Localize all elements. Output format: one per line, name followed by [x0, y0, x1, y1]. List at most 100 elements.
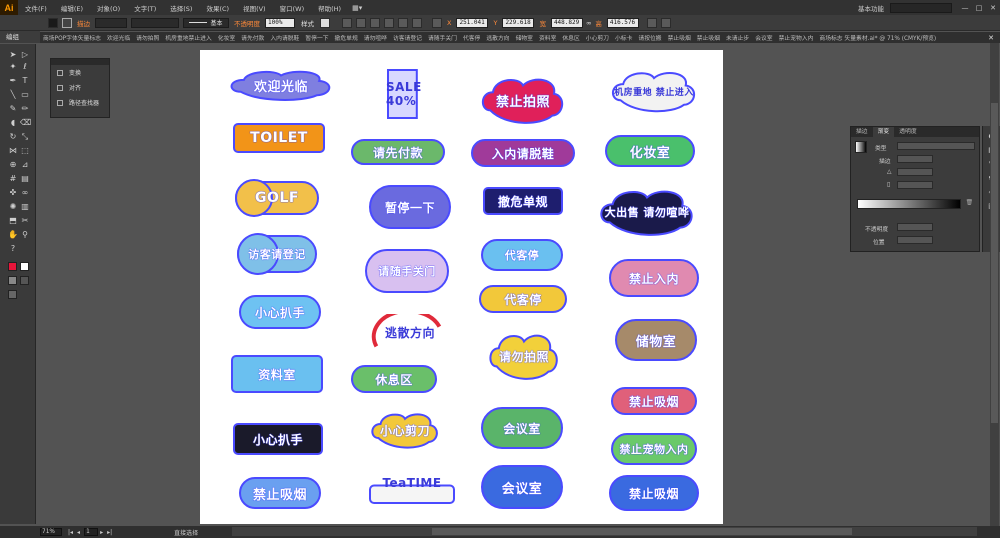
- sign-sticker[interactable]: 禁止吸烟: [610, 386, 698, 416]
- document-tab[interactable]: 请勿拍照: [133, 33, 162, 42]
- document-tab[interactable]: 休息区: [559, 33, 582, 42]
- sign-sticker[interactable]: 禁止吸烟: [238, 476, 322, 510]
- zoom-tool-icon[interactable]: ⚲: [20, 230, 30, 240]
- mesh-tool-icon[interactable]: #: [8, 174, 18, 184]
- close-document-icon[interactable]: ✕: [988, 34, 994, 42]
- sign-sticker[interactable]: 休息区: [350, 364, 438, 394]
- width-field[interactable]: 448.829: [550, 17, 583, 28]
- minimize-button[interactable]: —: [958, 4, 972, 12]
- pen-tool-icon[interactable]: ✒: [8, 76, 18, 86]
- help-icon[interactable]: ?: [8, 244, 18, 254]
- stroke-preset-select[interactable]: 基本: [183, 17, 229, 28]
- vertical-scrollbar[interactable]: [990, 43, 999, 526]
- menu-view[interactable]: 视图(V): [236, 3, 273, 13]
- sign-sticker[interactable]: 小心剪刀: [370, 410, 440, 450]
- sign-sticker[interactable]: TeaTIME: [366, 458, 458, 508]
- document-tab[interactable]: 入内请脱鞋: [267, 33, 302, 42]
- document-tab[interactable]: 禁止宠物入内: [776, 33, 817, 42]
- menu-select[interactable]: 选择(S): [163, 3, 199, 13]
- document-tab[interactable]: 化妆室: [215, 33, 238, 42]
- document-tab[interactable]: 请勿喧哗: [361, 33, 390, 42]
- vertical-scroll-thumb[interactable]: [991, 103, 998, 423]
- menu-effect[interactable]: 效果(C): [199, 3, 236, 13]
- panel-item-transform[interactable]: 变换: [51, 65, 109, 80]
- menu-object[interactable]: 对象(O): [90, 3, 127, 13]
- graph-tool-icon[interactable]: ▥: [20, 202, 30, 212]
- sign-sticker[interactable]: SALE 40%: [386, 68, 450, 120]
- document-tab[interactable]: 代客停: [460, 33, 483, 42]
- sign-sticker[interactable]: 化妆室: [604, 134, 696, 168]
- close-button[interactable]: ✕: [986, 4, 1000, 12]
- stroke-color-swatch[interactable]: [20, 262, 29, 271]
- stop-opacity-field[interactable]: [897, 223, 933, 231]
- sign-sticker[interactable]: 暂停一下: [368, 184, 452, 230]
- first-artboard-icon[interactable]: |◂: [68, 529, 73, 536]
- document-tab[interactable]: 访客请登记: [390, 33, 425, 42]
- sign-sticker[interactable]: 请先付款: [350, 138, 446, 166]
- menu-file[interactable]: 文件(F): [18, 3, 54, 13]
- menu-type[interactable]: 文字(T): [127, 3, 163, 13]
- angle-field[interactable]: [897, 168, 933, 176]
- sign-sticker[interactable]: 代客停: [480, 238, 564, 272]
- sign-sticker[interactable]: 逃散方向: [368, 314, 452, 350]
- height-field[interactable]: 416.576: [606, 17, 639, 28]
- link-icon[interactable]: ∞: [585, 19, 592, 27]
- maximize-button[interactable]: □: [972, 4, 986, 12]
- panel-menu-icon[interactable]: [660, 17, 671, 28]
- free-transform-tool-icon[interactable]: ⬚: [20, 146, 30, 156]
- style-swatch[interactable]: [320, 17, 330, 28]
- panel-item-pathfinder[interactable]: 路径查找器: [51, 95, 109, 110]
- sign-sticker[interactable]: TOILET: [232, 122, 326, 154]
- tab-gradient[interactable]: 渐变: [872, 127, 895, 137]
- bridge-button[interactable]: ▦▾: [348, 4, 366, 12]
- sign-sticker[interactable]: 机房重地 禁止进入: [610, 68, 698, 114]
- sign-sticker[interactable]: 禁止宠物入内: [610, 432, 698, 466]
- y-field[interactable]: 229.618: [502, 17, 535, 28]
- opacity-field[interactable]: 100%: [265, 17, 295, 28]
- opacity-label[interactable]: 不透明度: [231, 18, 263, 28]
- document-tab[interactable]: 请先付款: [238, 33, 267, 42]
- sign-sticker[interactable]: 代客停: [478, 284, 568, 314]
- sign-sticker[interactable]: 入内请脱鞋: [470, 138, 576, 168]
- sign-sticker[interactable]: 请随手关门: [364, 248, 450, 294]
- document-tab[interactable]: 储物室: [513, 33, 536, 42]
- sign-sticker[interactable]: 小心扒手: [238, 294, 322, 330]
- stroke-weight-field[interactable]: [95, 17, 127, 28]
- symbol-sprayer-tool-icon[interactable]: ✺: [8, 202, 18, 212]
- horizontal-scrollbar[interactable]: [232, 527, 977, 536]
- width-tool-icon[interactable]: ⋈: [8, 146, 18, 156]
- document-tab[interactable]: 禁止吸烟: [665, 33, 694, 42]
- shape-builder-tool-icon[interactable]: ⊕: [8, 160, 18, 170]
- gradient-slider[interactable]: [857, 199, 961, 209]
- scale-tool-icon[interactable]: ⤡: [20, 132, 30, 142]
- document-tab[interactable]: 暂停一下: [302, 33, 331, 42]
- tab-stroke[interactable]: 描边: [851, 127, 873, 137]
- document-tab[interactable]: 会议室: [752, 33, 775, 42]
- hand-tool-icon[interactable]: ✋: [8, 230, 18, 240]
- menu-help[interactable]: 帮助(H): [311, 3, 348, 13]
- sign-sticker[interactable]: 储物室: [614, 318, 698, 362]
- sign-sticker[interactable]: 资料室: [230, 354, 324, 394]
- panel-item-align[interactable]: 对齐: [51, 80, 109, 95]
- x-field[interactable]: 251.041: [456, 17, 489, 28]
- rotate-tool-icon[interactable]: ↻: [8, 132, 18, 142]
- document-tab[interactable]: 小标卡: [612, 33, 635, 42]
- line-tool-icon[interactable]: ╲: [8, 90, 18, 100]
- pencil-tool-icon[interactable]: ✏: [20, 104, 30, 114]
- sign-sticker[interactable]: 会议室: [480, 464, 564, 510]
- sign-sticker[interactable]: 会议室: [480, 406, 564, 450]
- document-tab[interactable]: 机房重地禁止进入: [162, 33, 214, 42]
- document-tab[interactable]: 商场POP字体矢量标志: [40, 33, 104, 42]
- blend-tool-icon[interactable]: ∞: [20, 188, 30, 198]
- document-tab[interactable]: 小心剪刀: [583, 33, 612, 42]
- artboard[interactable]: 欢迎光临 SALE 40% 禁止拍照 机房重地 禁止进入 TOILET 请先付款 入内请脱鞋…: [200, 50, 723, 524]
- align-right-icon[interactable]: [370, 17, 380, 28]
- last-artboard-icon[interactable]: ▸|: [107, 529, 112, 536]
- align-top-icon[interactable]: [384, 17, 394, 28]
- gradient-preview-swatch[interactable]: [855, 141, 867, 153]
- workspace-switcher[interactable]: 基本功能: [858, 3, 884, 13]
- variable-width-field[interactable]: [131, 17, 179, 28]
- stroke-option-field[interactable]: [897, 155, 933, 163]
- sign-sticker[interactable]: 访客请登记: [236, 232, 318, 276]
- sign-sticker[interactable]: 请勿拍照: [488, 330, 560, 382]
